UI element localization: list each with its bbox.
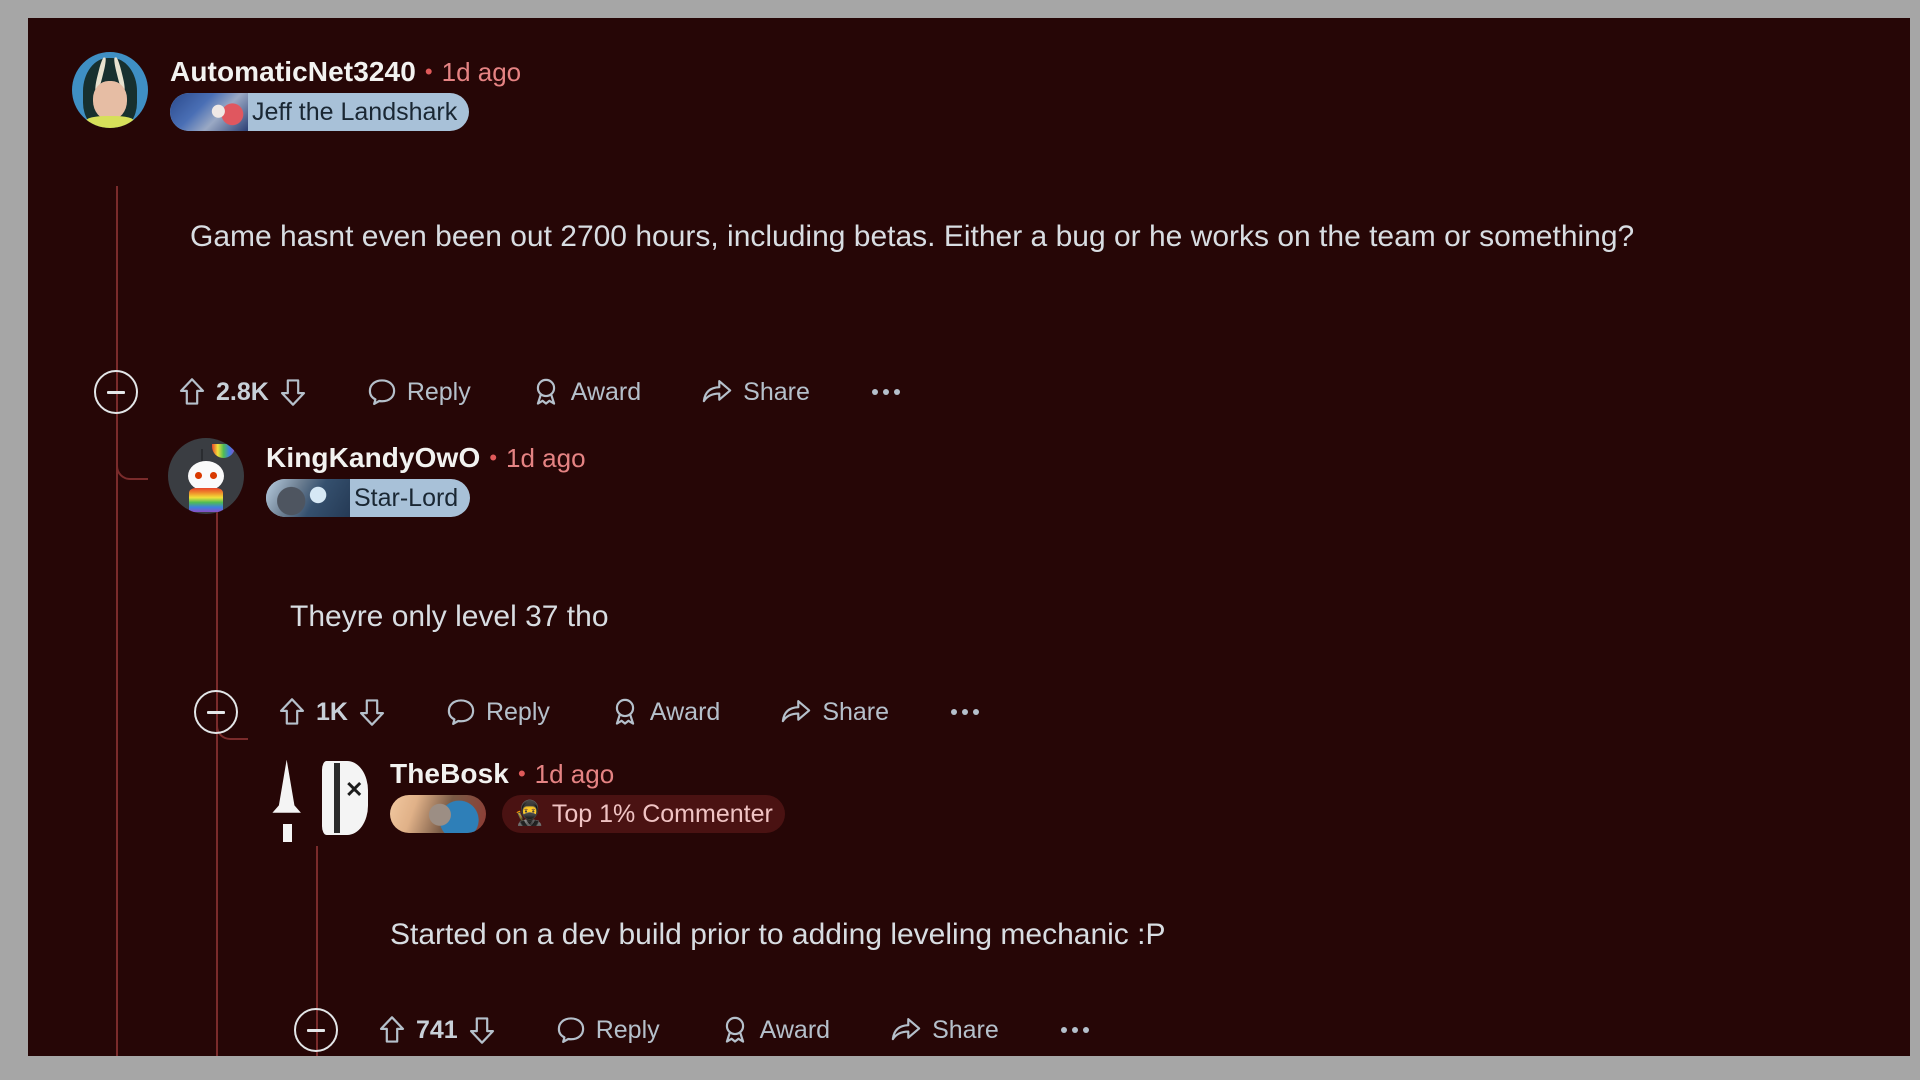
- user-flair-rocket-raccoon[interactable]: [390, 795, 486, 833]
- award-button[interactable]: Award: [531, 377, 641, 407]
- award-medal-icon: [615, 698, 635, 725]
- badge-top-1-percent-commenter[interactable]: 🥷 Top 1% Commenter: [502, 795, 785, 833]
- more-options-button[interactable]: [951, 709, 980, 715]
- comment-1-body: Game hasnt even been out 2700 hours, inc…: [190, 220, 1635, 253]
- vote-count: 1K: [316, 697, 348, 726]
- comment-bubble-icon: [368, 379, 396, 405]
- comment-2-flair-row: Star-Lord: [266, 479, 586, 517]
- reply-button[interactable]: Reply: [367, 377, 471, 407]
- reply-button[interactable]: Reply: [556, 1015, 660, 1045]
- collapse-button[interactable]: [294, 1008, 338, 1052]
- flair-label: Star-Lord: [354, 483, 459, 512]
- share-label: Share: [822, 697, 890, 726]
- avatar[interactable]: [168, 438, 244, 514]
- vote-count: 741: [416, 1015, 458, 1044]
- comment-bubble-icon: [557, 1017, 584, 1043]
- timestamp[interactable]: 1d ago: [506, 443, 586, 474]
- comment-bubble-icon: [447, 699, 475, 725]
- comment-1-header: AutomaticNet3240 • 1d ago Jeff the Lands…: [72, 52, 521, 131]
- more-options-button[interactable]: [871, 389, 900, 395]
- reply-button[interactable]: Reply: [446, 697, 550, 727]
- share-button[interactable]: Share: [780, 697, 889, 727]
- downvote-button[interactable]: [358, 697, 386, 727]
- share-label: Share: [932, 1015, 999, 1044]
- reply-label: Reply: [595, 1015, 660, 1044]
- reply-label: Reply: [406, 377, 471, 406]
- comment-2-body: Theyre only level 37 tho: [290, 600, 609, 633]
- upvote-arrow-icon: [379, 1016, 405, 1043]
- comment-3-header: ✕ TheBosk • 1d ago 🥷 Top 1% Commenter: [264, 756, 785, 846]
- thread-line-depth-1[interactable]: [216, 508, 218, 1056]
- browser-viewport: AutomaticNet3240 • 1d ago Jeff the Lands…: [0, 0, 1920, 1080]
- flair-artwork-icon: [390, 795, 486, 833]
- award-button[interactable]: Award: [720, 1015, 830, 1045]
- thread-line-depth-0[interactable]: [116, 186, 118, 1056]
- award-medal-icon: [725, 1016, 744, 1043]
- flair-artwork-icon: [170, 93, 248, 131]
- comment-1-flair-row: Jeff the Landshark: [170, 93, 521, 131]
- reddit-comment-thread: AutomaticNet3240 • 1d ago Jeff the Lands…: [28, 18, 1910, 1056]
- username[interactable]: TheBosk: [390, 758, 509, 790]
- username[interactable]: KingKandyOwO: [266, 442, 480, 474]
- upvote-button[interactable]: [278, 697, 306, 727]
- comment-1-byline: AutomaticNet3240 • 1d ago: [170, 56, 521, 88]
- byline-separator: •: [517, 761, 526, 786]
- ninja-emoji-icon: 🥷: [514, 800, 544, 827]
- byline-separator: •: [489, 445, 498, 470]
- upvote-arrow-icon: [179, 378, 205, 405]
- reply-label: Reply: [485, 697, 550, 726]
- flair-label: Jeff the Landshark: [252, 97, 458, 126]
- share-button[interactable]: Share: [890, 1015, 999, 1045]
- username[interactable]: AutomaticNet3240: [170, 56, 416, 88]
- comment-3-flair-row: 🥷 Top 1% Commenter: [390, 795, 785, 833]
- comment-3-byline: TheBosk • 1d ago: [390, 758, 785, 790]
- comment-3-action-bar: 741 Reply Award Share: [294, 1008, 1089, 1052]
- downvote-button[interactable]: [468, 1015, 496, 1045]
- share-arrow-icon: [702, 380, 732, 403]
- thread-connector-depth-1: [116, 418, 148, 480]
- downvote-arrow-icon: [359, 699, 385, 726]
- award-button[interactable]: Award: [610, 697, 720, 727]
- share-arrow-icon: [891, 1018, 921, 1041]
- badge-label: Top 1% Commenter: [551, 799, 773, 828]
- upvote-button[interactable]: [378, 1015, 406, 1045]
- share-arrow-icon: [782, 700, 811, 723]
- award-label: Award: [570, 377, 642, 406]
- window-bottom-edge: [0, 1058, 1920, 1080]
- downvote-arrow-icon: [280, 379, 305, 406]
- comment-2-byline: KingKandyOwO • 1d ago: [266, 442, 586, 474]
- comment-3-body: Started on a dev build prior to adding l…: [390, 918, 1166, 951]
- more-options-button[interactable]: [1060, 1027, 1089, 1033]
- downvote-button[interactable]: [279, 377, 307, 407]
- comment-1-action-bar: 2.8K Reply Award Share: [94, 370, 900, 414]
- share-button[interactable]: Share: [701, 377, 810, 407]
- award-medal-icon: [536, 378, 555, 405]
- collapse-button[interactable]: [94, 370, 138, 414]
- flair-artwork-icon: [266, 479, 350, 517]
- timestamp[interactable]: 1d ago: [535, 759, 615, 790]
- upvote-button[interactable]: [178, 377, 206, 407]
- avatar[interactable]: [72, 52, 148, 128]
- collapse-button[interactable]: [194, 690, 238, 734]
- vote-count: 2.8K: [216, 377, 269, 406]
- comment-2-action-bar: 1K Reply Award Share: [194, 690, 980, 734]
- award-label: Award: [649, 697, 721, 726]
- user-flair-star-lord[interactable]: Star-Lord: [266, 479, 471, 517]
- share-label: Share: [743, 377, 810, 406]
- timestamp[interactable]: 1d ago: [442, 57, 522, 88]
- award-label: Award: [759, 1015, 831, 1044]
- comment-2-header: KingKandyOwO • 1d ago Star-Lord: [168, 438, 586, 517]
- downvote-arrow-icon: [469, 1017, 494, 1044]
- upvote-arrow-icon: [279, 698, 305, 725]
- avatar[interactable]: ✕: [264, 756, 372, 846]
- user-flair-jeff-the-landshark[interactable]: Jeff the Landshark: [170, 93, 470, 131]
- byline-separator: •: [424, 59, 433, 84]
